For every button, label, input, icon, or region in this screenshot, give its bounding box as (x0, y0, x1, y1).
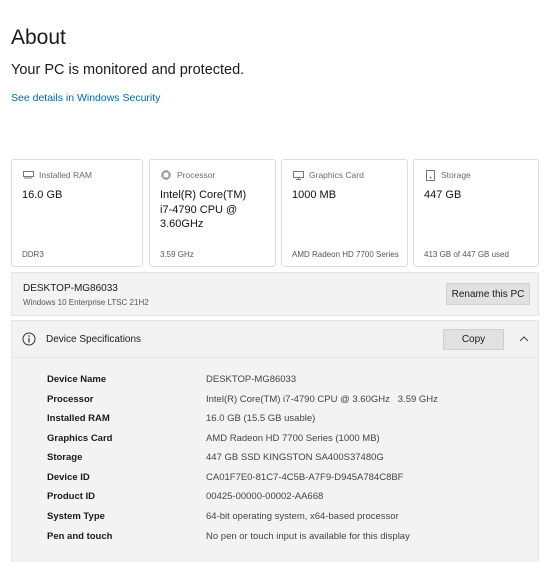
spec-key: System Type (47, 511, 105, 522)
spec-value: No pen or touch input is available for t… (206, 531, 410, 542)
spec-row-system-type: System Type 64-bit operating system, x64… (12, 509, 538, 527)
spec-value: 00425-00000-00002-AA668 (206, 491, 324, 502)
windows-edition: Windows 10 Enterprise LTSC 21H2 (23, 298, 149, 307)
ram-card-footer: DDR3 (22, 250, 44, 259)
processor-card-value: Intel(R) Core(TM) i7-4790 CPU @ 3.60GHz (160, 189, 247, 230)
spec-key: Processor (47, 394, 94, 405)
graphics-card-icon (292, 169, 304, 181)
spec-key: Pen and touch (47, 531, 113, 542)
graphics-card: Graphics Card 1000 MB AMD Radeon HD 7700… (281, 159, 408, 267)
spec-value: AMD Radeon HD 7700 Series (1000 MB) (206, 433, 380, 444)
info-icon (22, 332, 36, 346)
spec-row-pen-and-touch: Pen and touch No pen or touch input is a… (12, 529, 538, 547)
rename-pc-button[interactable]: Rename this PC (446, 283, 530, 305)
ram-card-label: Installed RAM (39, 170, 92, 180)
pc-name-bar: DESKTOP-MG86033 Windows 10 Enterprise LT… (11, 272, 539, 316)
graphics-card-value: 1000 MB (292, 189, 337, 201)
page-title: About (11, 26, 66, 49)
spec-value: Intel(R) Core(TM) i7-4790 CPU @ 3.60GHz … (206, 394, 438, 405)
storage-card-footer: 413 GB of 447 GB used (424, 250, 509, 259)
spec-row-processor: Processor Intel(R) Core(TM) i7-4790 CPU … (12, 392, 538, 410)
spec-value: 16.0 GB (15.5 GB usable) (206, 413, 316, 424)
storage-icon (424, 169, 436, 181)
spec-value: 447 GB SSD KINGSTON SA400S37480G (206, 452, 384, 463)
spec-key: Product ID (47, 491, 96, 502)
graphics-card-label: Graphics Card (309, 170, 364, 180)
storage-card-value: 447 GB (424, 189, 462, 201)
ram-icon (22, 169, 34, 181)
copy-button[interactable]: Copy (443, 329, 504, 350)
graphics-card-footer: AMD Radeon HD 7700 Series (292, 250, 399, 259)
storage-card-label: Storage (441, 170, 471, 180)
windows-security-link[interactable]: See details in Windows Security (11, 92, 160, 104)
processor-card-footer: 3.59 GHz (160, 250, 194, 259)
processor-card-label: Processor (177, 170, 216, 180)
spec-row-device-name: Device Name DESKTOP-MG86033 (12, 372, 538, 390)
spec-value: CA01F7E0-81C7-4C5B-A7F9-D945A784C8BF (206, 472, 404, 483)
spec-key: Graphics Card (47, 433, 113, 444)
spec-row-installed-ram: Installed RAM 16.0 GB (15.5 GB usable) (12, 411, 538, 429)
device-specifications-title: Device Specifications (46, 334, 142, 345)
spec-key: Installed RAM (47, 413, 110, 424)
device-specifications-list: Device Name DESKTOP-MG86033 Processor In… (11, 358, 539, 562)
spec-value: DESKTOP-MG86033 (206, 374, 297, 385)
ram-card-value: 16.0 GB (22, 189, 63, 201)
spec-key: Device ID (47, 472, 90, 483)
spec-key: Storage (47, 452, 83, 463)
spec-value: 64-bit operating system, x64-based proce… (206, 511, 399, 522)
spec-key: Device Name (47, 374, 107, 385)
spec-row-graphics-card: Graphics Card AMD Radeon HD 7700 Series … (12, 431, 538, 449)
ram-card: Installed RAM 16.0 GB DDR3 (11, 159, 143, 267)
chevron-up-icon[interactable] (517, 332, 531, 346)
processor-icon (160, 169, 172, 181)
device-specifications-header[interactable]: Device Specifications Copy (11, 320, 539, 358)
spec-row-product-id: Product ID 00425-00000-00002-AA668 (12, 489, 538, 507)
spec-row-device-id: Device ID CA01F7E0-81C7-4C5B-A7F9-D945A7… (12, 470, 538, 488)
protection-status: Your PC is monitored and protected. (11, 62, 245, 78)
storage-card: Storage 447 GB 413 GB of 447 GB used (413, 159, 539, 267)
processor-card: Processor Intel(R) Core(TM) i7-4790 CPU … (149, 159, 276, 267)
spec-row-storage: Storage 447 GB SSD KINGSTON SA400S37480G (12, 450, 538, 468)
pc-name: DESKTOP-MG86033 (23, 283, 118, 294)
